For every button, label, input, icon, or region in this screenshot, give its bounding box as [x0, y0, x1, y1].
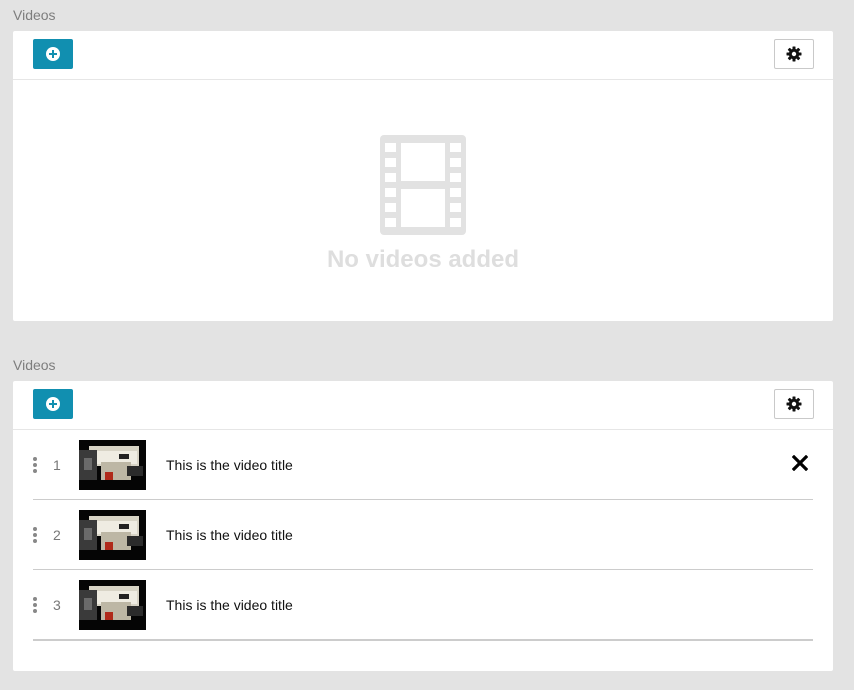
add-video-button[interactable] [33, 39, 73, 69]
gear-icon [786, 396, 802, 412]
video-title: This is the video title [166, 597, 293, 613]
section-label-empty: Videos [13, 7, 56, 23]
panel-toolbar [13, 31, 833, 80]
plus-circle-icon [46, 47, 60, 61]
empty-message: No videos added [326, 246, 520, 273]
remove-video-button[interactable] [791, 454, 809, 472]
video-title: This is the video title [166, 457, 293, 473]
video-row[interactable]: 2 This is the video title [33, 500, 813, 570]
video-list: 1 This is the video title 2 This is the … [13, 430, 833, 641]
plus-circle-icon [46, 397, 60, 411]
add-video-button[interactable] [33, 389, 73, 419]
video-thumbnail [79, 510, 146, 560]
video-row[interactable]: 3 This is the video title [33, 570, 813, 641]
video-index: 1 [53, 457, 61, 473]
videos-panel-empty: No videos added [13, 31, 833, 321]
video-thumbnail [79, 440, 146, 490]
video-title: This is the video title [166, 527, 293, 543]
panel-toolbar [13, 381, 833, 430]
close-icon [791, 454, 809, 472]
video-index: 2 [53, 527, 61, 543]
video-index: 3 [53, 597, 61, 613]
drag-handle-icon[interactable] [33, 527, 37, 543]
section-label-list: Videos [13, 357, 56, 373]
drag-handle-icon[interactable] [33, 597, 37, 613]
settings-button[interactable] [774, 39, 814, 69]
empty-state: No videos added [13, 80, 833, 321]
videos-panel-list: 1 This is the video title 2 This is the … [13, 381, 833, 671]
gear-icon [786, 46, 802, 62]
video-thumbnail [79, 580, 146, 630]
drag-handle-icon[interactable] [33, 457, 37, 473]
video-row[interactable]: 1 This is the video title [33, 430, 813, 500]
settings-button[interactable] [774, 389, 814, 419]
film-icon [380, 135, 466, 235]
